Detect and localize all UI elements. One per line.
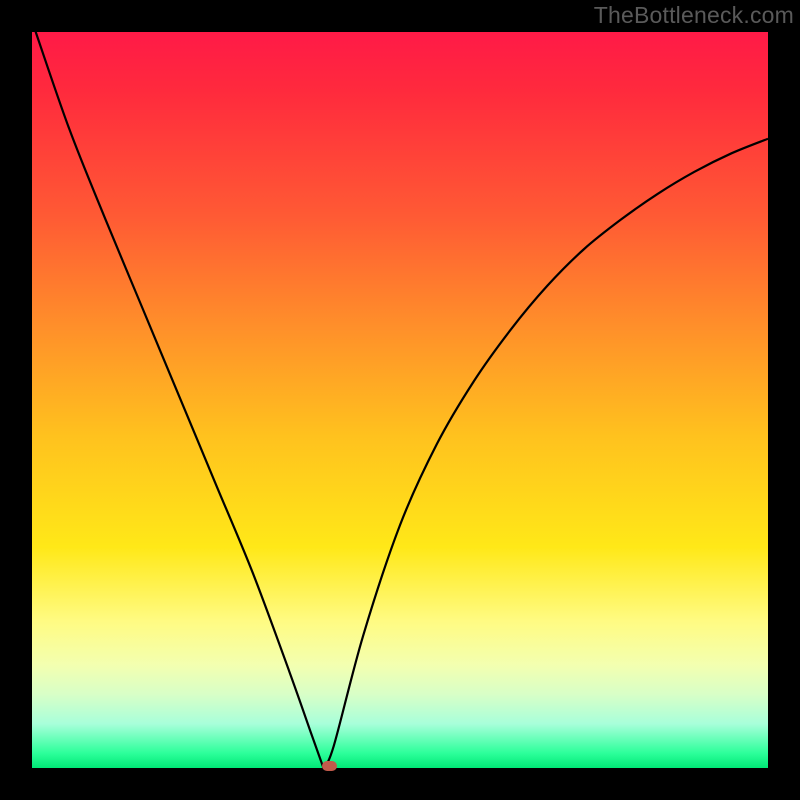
watermark-text: TheBottleneck.com: [594, 2, 794, 29]
curve-path: [32, 21, 768, 768]
chart-plot-area: [32, 32, 768, 768]
bottleneck-curve: [32, 32, 768, 768]
minimum-marker: [322, 761, 337, 771]
